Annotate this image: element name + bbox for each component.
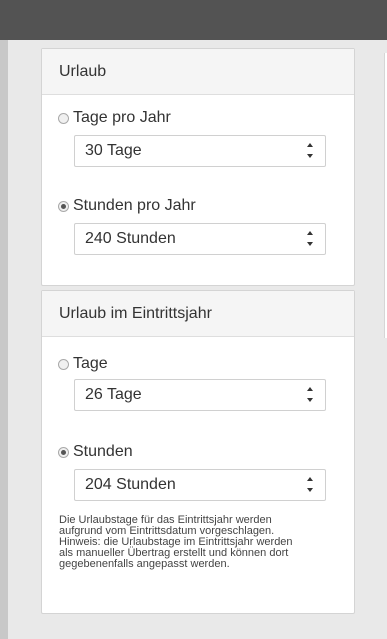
vacation-panel-title: Urlaub <box>42 49 354 95</box>
entry-hours-stepper[interactable] <box>307 477 315 493</box>
days-per-year-label: Tage pro Jahr <box>73 109 171 126</box>
stepper-up-icon[interactable] <box>307 231 313 235</box>
days-per-year-stepper[interactable] <box>307 143 315 159</box>
entry-hours-radio[interactable] <box>58 446 69 458</box>
entry-days-label: Tage <box>73 355 108 372</box>
hours-per-year-input[interactable]: 240 Stunden <box>74 223 326 255</box>
entry-year-hint: Die Urlaubstage für das Eintrittsjahr we… <box>59 515 347 570</box>
entry-days-radio[interactable] <box>58 358 69 370</box>
entry-hours-input[interactable]: 204 Stunden <box>74 469 326 501</box>
hours-per-year-option[interactable]: Stunden pro Jahr <box>58 197 196 215</box>
entry-days-option[interactable]: Tage <box>58 355 108 373</box>
hours-per-year-value: 240 Stunden <box>85 230 176 247</box>
stepper-down-icon[interactable] <box>307 488 313 492</box>
days-per-year-value: 30 Tage <box>85 142 142 159</box>
entry-hours-option[interactable]: Stunden <box>58 443 133 461</box>
entry-year-panel: Urlaub im Eintrittsjahr Tage 26 Tage Stu… <box>41 290 355 614</box>
entry-hours-value: 204 Stunden <box>85 476 176 493</box>
stepper-up-icon[interactable] <box>307 143 313 147</box>
stepper-up-icon[interactable] <box>307 387 313 391</box>
top-bar <box>0 0 387 40</box>
left-strip <box>0 40 8 639</box>
entry-days-stepper[interactable] <box>307 387 315 403</box>
entry-days-value: 26 Tage <box>85 386 142 403</box>
stepper-down-icon[interactable] <box>307 398 313 402</box>
hours-per-year-label: Stunden pro Jahr <box>73 197 196 214</box>
entry-hours-label: Stunden <box>73 443 133 460</box>
hint-line: gegebenenfalls angepasst werden. <box>59 558 230 570</box>
stepper-down-icon[interactable] <box>307 242 313 246</box>
entry-year-panel-title: Urlaub im Eintrittsjahr <box>42 291 354 337</box>
stepper-down-icon[interactable] <box>307 154 313 158</box>
hours-per-year-radio[interactable] <box>58 200 69 212</box>
days-per-year-radio[interactable] <box>58 112 69 124</box>
days-per-year-option[interactable]: Tage pro Jahr <box>58 109 171 127</box>
stepper-up-icon[interactable] <box>307 477 313 481</box>
vacation-panel: Urlaub Tage pro Jahr 30 Tage Stunden pro… <box>41 48 355 286</box>
days-per-year-input[interactable]: 30 Tage <box>74 135 326 167</box>
hours-per-year-stepper[interactable] <box>307 231 315 247</box>
entry-days-input[interactable]: 26 Tage <box>74 379 326 411</box>
